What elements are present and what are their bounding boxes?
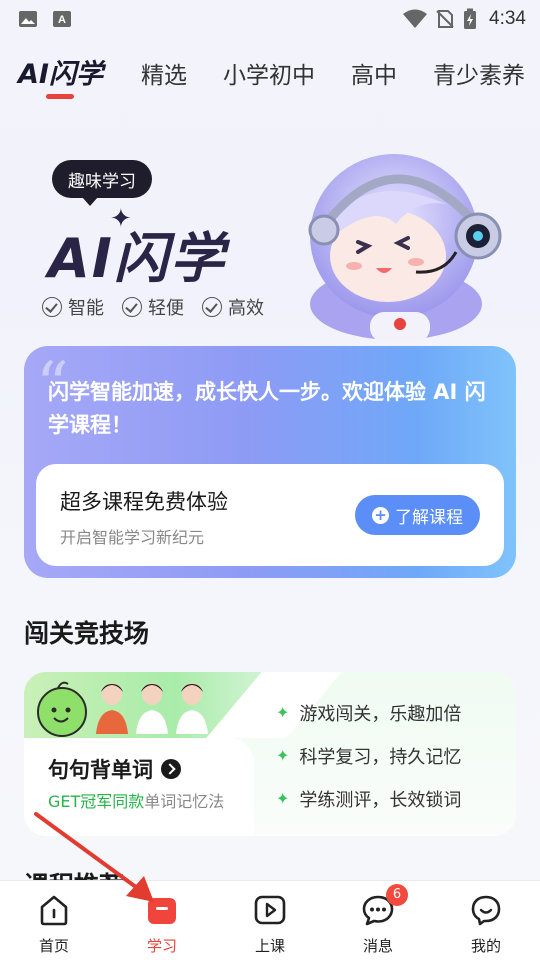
free-trial-subtitle: 开启智能学习新纪元 [60, 528, 205, 547]
arena-feature-label: 游戏闯关，乐趣加倍 [299, 703, 462, 725]
tab-featured[interactable]: 精选 [141, 50, 187, 90]
feature-efficient: 高效 [202, 294, 264, 320]
free-trial-panel[interactable]: 超多课程免费体验 开启智能学习新纪元 + 了解课程 [36, 464, 504, 566]
free-trial-title: 超多课程免费体验 [60, 490, 228, 514]
athlete-image [176, 683, 208, 734]
active-tab-indicator [46, 94, 74, 99]
arena-feature-item: ✦ 游戏闯关，乐趣加倍 [276, 700, 461, 725]
fun-learning-badge: 趣味学习 [52, 160, 152, 206]
hero-features: 智能 轻便 高效 [42, 294, 264, 320]
check-circle-icon [42, 297, 62, 317]
nav-profile[interactable]: 我的 [432, 881, 540, 960]
learn-course-button[interactable]: + 了解课程 [355, 495, 480, 535]
sparkle-icon: ✦ [110, 204, 132, 234]
feature-light: 轻便 [122, 294, 184, 320]
tab-high-school[interactable]: 高中 [351, 50, 397, 90]
card-title-label: 句句背单词 [48, 758, 153, 782]
sparkle-icon: ✦ [276, 789, 290, 808]
status-time: 4:34 [489, 8, 526, 29]
feature-smart: 智能 [42, 294, 104, 320]
tab-label: 精选 [140, 63, 187, 89]
nav-class[interactable]: 上课 [216, 881, 324, 960]
arena-feature-label: 学练测评，长效锁词 [299, 789, 462, 811]
bottom-nav-bar: 首页 学习 上课 消息 我的 [0, 880, 540, 960]
card-left-panel [24, 738, 254, 836]
feature-label: 智能 [68, 298, 104, 319]
melon-mascot-icon [37, 681, 87, 737]
home-icon [40, 895, 68, 926]
sparkle-icon: ✦ [276, 703, 290, 722]
mascot-illustration [308, 154, 502, 342]
message-count-badge: 6 [386, 884, 408, 906]
top-tab-bar: AI闪学 精选 小学初中 高中 青少素养 [0, 50, 540, 104]
athlete-image [96, 683, 128, 734]
learn-course-label: 了解课程 [395, 507, 463, 528]
nav-messages[interactable]: 消息 [324, 881, 432, 960]
font-a-icon: A [53, 11, 71, 27]
play-class-icon [254, 895, 286, 925]
subtitle-rest: 单词记忆法 [144, 792, 225, 811]
intro-text: 闪学智能加速，成长快人一步。欢迎体验 AI 闪学课程！ [48, 380, 486, 437]
nav-label: 上课 [254, 937, 285, 955]
intro-card[interactable]: “ 闪学智能加速，成长快人一步。欢迎体验 AI 闪学课程！ 超多课程免费体验 开… [24, 346, 516, 578]
tab-ai-shanxue[interactable]: AI闪学 [18, 50, 103, 99]
word-recitation-card[interactable]: 句句背单词 GET冠军同款单词记忆法 ✦ 游戏闯关，乐趣加倍 ✦ 科学复习，持久记忆… [24, 672, 516, 836]
status-bar: A 4:34 [0, 0, 540, 38]
plus-circle-icon: + [372, 506, 389, 524]
word-recitation-subtitle: GET冠军同款单词记忆法 [48, 788, 224, 812]
wifi-icon [403, 9, 428, 28]
subtitle-highlight: GET冠军同款 [48, 792, 145, 811]
arena-feature-item: ✦ 科学复习，持久记忆 [276, 743, 461, 768]
tab-label: 小学初中 [222, 63, 315, 89]
gallery-icon [19, 11, 37, 27]
tab-label: AI闪学 [18, 59, 103, 90]
athlete-image [136, 683, 168, 734]
arena-feature-list: ✦ 游戏闯关，乐趣加倍 ✦ 科学复习，持久记忆 ✦ 学练测评，长效锁词 [276, 700, 461, 811]
arena-feature-label: 科学复习，持久记忆 [299, 746, 462, 768]
hero-banner: 趣味学习 AI闪学 ✦ 智能 轻便 高效 [0, 140, 540, 342]
nav-home[interactable]: 首页 [0, 881, 108, 960]
check-circle-icon [202, 297, 222, 317]
nav-label: 消息 [362, 937, 393, 955]
svg-text:A: A [58, 14, 66, 26]
check-circle-icon [122, 297, 142, 317]
no-sim-icon [436, 10, 454, 28]
feature-label: 轻便 [148, 298, 184, 319]
tab-youth-literacy[interactable]: 青少素养 [433, 50, 525, 90]
nav-study[interactable]: 学习 [108, 881, 216, 960]
battery-charging-icon [464, 8, 477, 29]
arena-feature-item: ✦ 学练测评，长效锁词 [276, 786, 461, 811]
athletes-photo [94, 678, 210, 734]
section-title-next: 课程推荐 [24, 866, 124, 880]
section-title-arena: 闯关竞技场 [24, 619, 150, 648]
study-icon [148, 898, 176, 924]
hero-title: AI闪学 [48, 227, 226, 290]
nav-label: 我的 [470, 937, 501, 955]
tab-primary-middle[interactable]: 小学初中 [223, 50, 315, 90]
profile-icon [471, 895, 501, 926]
tab-label: 青少素养 [432, 63, 525, 89]
chevron-right-circle-icon [161, 759, 181, 779]
tab-label: 高中 [350, 63, 397, 89]
sparkle-icon: ✦ [276, 746, 290, 765]
feature-label: 高效 [228, 298, 264, 319]
nav-label: 首页 [38, 937, 69, 955]
word-recitation-title[interactable]: 句句背单词 [48, 754, 181, 784]
nav-label: 学习 [146, 937, 177, 955]
